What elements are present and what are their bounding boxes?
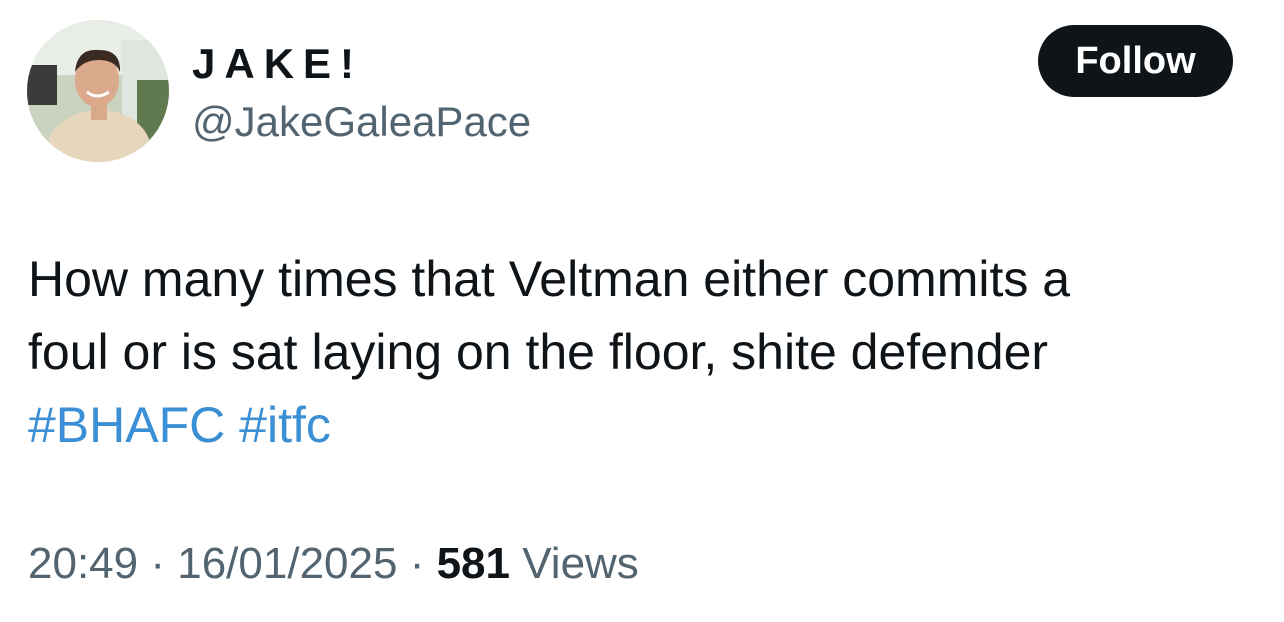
avatar[interactable] <box>27 20 169 162</box>
tweet-date[interactable]: 16/01/2025 <box>177 539 397 588</box>
tweet-text-line-1: How many times that Veltman either commi… <box>28 251 1071 307</box>
hashtag-bhafc[interactable]: #BHAFC <box>28 397 225 453</box>
hashtag-itfc[interactable]: #itfc <box>239 397 331 453</box>
avatar-photo <box>27 20 169 162</box>
tweet-card: JAKE! @JakeGaleaPace Follow How many tim… <box>0 0 1284 622</box>
user-handle[interactable]: @JakeGaleaPace <box>192 98 531 146</box>
tweet-meta: 20:49 · 16/01/2025 · 581 Views <box>28 538 639 590</box>
meta-separator: · <box>409 539 425 588</box>
tweet-text-line-2: foul or is sat laying on the floor, shit… <box>28 324 1049 380</box>
follow-button[interactable]: Follow <box>1038 25 1233 97</box>
views-count: 581 <box>436 539 510 588</box>
meta-separator: · <box>150 539 165 588</box>
views-label: Views <box>522 539 639 588</box>
tweet-text: How many times that Veltman either commi… <box>28 243 1258 462</box>
display-name[interactable]: JAKE! <box>192 40 363 88</box>
tweet-time[interactable]: 20:49 <box>28 539 138 588</box>
hashtag-line: #BHAFC #itfc <box>28 389 1258 462</box>
